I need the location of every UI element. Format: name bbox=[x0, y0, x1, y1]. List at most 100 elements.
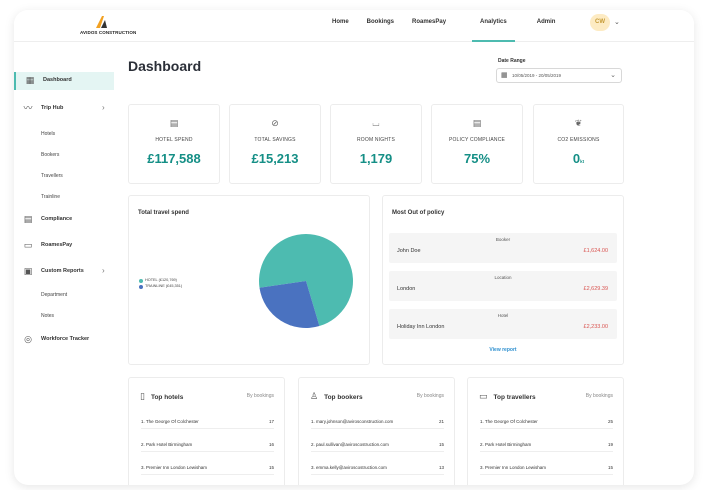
table-row[interactable]: 2. Park Hotel Birmingham 19 bbox=[480, 438, 613, 452]
table-row[interactable]: 1. mary.johnson@avirosconstruction.com 21 bbox=[311, 415, 444, 429]
row-count: 21 bbox=[438, 419, 444, 424]
kpi-room-nights: ⌴ ROOM NIGHTS 1,179 bbox=[330, 104, 422, 184]
chevron-right-icon: › bbox=[102, 103, 105, 112]
chart-legend: HOTEL (£120,769) TRAINLINE (£45,351) bbox=[139, 278, 182, 290]
sidebar-sub-trainline[interactable]: Trainline bbox=[41, 194, 60, 200]
kpi-hotel-spend: ▤ HOTEL SPEND £117,588 bbox=[128, 104, 220, 184]
sidebar-item-dashboard[interactable]: ▦ Dashboard bbox=[14, 72, 114, 90]
top-hotels-card: ▯ Top hotels By bookings 1. The George Of… bbox=[128, 377, 285, 485]
legend-swatch bbox=[139, 278, 143, 283]
sort-label[interactable]: By bookings bbox=[247, 393, 274, 399]
oop-amount: £2,629.39 bbox=[583, 286, 608, 292]
kpi-label: POLICY COMPLIANCE bbox=[448, 137, 506, 143]
sidebar-item-workforce-tracker[interactable]: ◎ Workforce Tracker bbox=[14, 331, 114, 349]
clipboard-icon: ▤ bbox=[23, 214, 33, 224]
receipt-icon: ▤ bbox=[169, 118, 179, 128]
savings-icon: ⊘ bbox=[271, 118, 279, 128]
top-hotels-header: ▯ Top hotels bbox=[140, 391, 183, 402]
sidebar-sub-travellers[interactable]: Travellers bbox=[41, 173, 63, 179]
oop-category: Hotel bbox=[497, 313, 509, 318]
calendar-icon: ▣ bbox=[23, 266, 33, 276]
top-travellers-card: ▭ Top travellers By bookings 1. The Georg… bbox=[467, 377, 624, 485]
sidebar-sub-department[interactable]: Department bbox=[41, 292, 67, 298]
out-of-policy-row[interactable]: Booker John Doe £1,624.00 bbox=[389, 233, 617, 263]
oop-category: Location bbox=[494, 275, 512, 280]
table-row[interactable]: 2. Park Hotel Birmingham 16 bbox=[141, 438, 274, 452]
date-range-picker[interactable]: ▦ 10/05/2019 - 20/05/2019 ⌄ bbox=[496, 68, 622, 83]
suitcase-icon: ▭ bbox=[479, 391, 488, 401]
top-travellers-title: Top travellers bbox=[493, 394, 536, 401]
brand-logo[interactable]: AVIDOS CONSTRUCTION bbox=[80, 15, 140, 37]
grid-icon: ▦ bbox=[25, 75, 35, 85]
sidebar-item-label: Workforce Tracker bbox=[41, 336, 90, 342]
app-window: AVIDOS CONSTRUCTION Home Bookings Roames… bbox=[14, 10, 694, 485]
logo-icon bbox=[96, 16, 107, 28]
nav-bookings[interactable]: Bookings bbox=[367, 10, 394, 42]
sort-label[interactable]: By bookings bbox=[586, 393, 613, 399]
nav-admin[interactable]: Admin bbox=[537, 10, 556, 42]
sidebar: ▦ Dashboard 〰 Trip Hub › Hotels Bookers … bbox=[14, 42, 114, 485]
kpi-label: HOTEL SPEND bbox=[155, 137, 193, 143]
out-of-policy-title: Most Out of policy bbox=[392, 210, 445, 216]
row-name: 3. Premier Inn London Lewisham bbox=[480, 465, 547, 470]
kpi-value: £117,588 bbox=[147, 151, 201, 166]
row-count: 16 bbox=[268, 442, 274, 447]
travel-spend-card: Total travel spend HOTEL (£120,769) TRAI… bbox=[128, 195, 370, 365]
nav-roamespay[interactable]: RoamesPay bbox=[412, 10, 446, 42]
legend-label: HOTEL (£120,769) bbox=[145, 278, 177, 282]
table-row[interactable]: 1. The George Of Colchester 17 bbox=[141, 415, 274, 429]
date-range-label: Date Range bbox=[498, 58, 526, 64]
view-report-link[interactable]: View report bbox=[383, 347, 623, 353]
kpi-label: CO2 EMISSIONS bbox=[557, 137, 600, 143]
sidebar-item-custom-reports[interactable]: ▣ Custom Reports › bbox=[14, 263, 114, 281]
user-avatar[interactable]: CW bbox=[590, 14, 610, 31]
sidebar-item-compliance[interactable]: ▤ Compliance bbox=[14, 211, 114, 229]
bed-icon: ⌴ bbox=[372, 118, 380, 128]
out-of-policy-row[interactable]: Hotel Holiday Inn London £2,233.00 bbox=[389, 309, 617, 339]
table-row[interactable]: 3. emma.kelly@aviroscostruction.com 13 bbox=[311, 461, 444, 475]
table-row[interactable]: 2. paul.sullivan@aviroscostruction.com 15 bbox=[311, 438, 444, 452]
row-count: 17 bbox=[268, 419, 274, 424]
row-count: 19 bbox=[607, 442, 613, 447]
user-icon: ♙ bbox=[310, 391, 319, 401]
travel-spend-title: Total travel spend bbox=[138, 210, 189, 216]
kpi-value: 1,179 bbox=[359, 151, 393, 166]
sidebar-item-label: Compliance bbox=[41, 216, 73, 222]
top-nav: AVIDOS CONSTRUCTION Home Bookings Roames… bbox=[14, 10, 694, 42]
trend-icon: 〰 bbox=[23, 103, 33, 113]
legend-item-trainline: TRAINLINE (£45,351) bbox=[139, 284, 182, 290]
top-bookers-title: Top bookers bbox=[324, 394, 363, 401]
nav-analytics[interactable]: Analytics bbox=[472, 10, 515, 42]
oop-name: Holiday Inn London bbox=[397, 324, 445, 330]
sidebar-sub-bookers[interactable]: Bookers bbox=[41, 152, 59, 158]
table-row[interactable]: 3. Premier Inn London Lewisham 15 bbox=[141, 461, 274, 475]
sidebar-sub-hotels[interactable]: Hotels bbox=[41, 131, 55, 137]
table-row[interactable]: 3. Premier Inn London Lewisham 15 bbox=[480, 461, 613, 475]
kpi-policy-compliance: ▤ POLICY COMPLIANCE 75% bbox=[431, 104, 523, 184]
legend-swatch bbox=[139, 284, 143, 289]
table-row[interactable]: 1. The George Of Colchester 25 bbox=[480, 415, 613, 429]
kpi-value: 75% bbox=[463, 151, 491, 166]
out-of-policy-row[interactable]: Location London £2,629.39 bbox=[389, 271, 617, 301]
sort-label[interactable]: By bookings bbox=[417, 393, 444, 399]
clipboard-icon: ▤ bbox=[472, 118, 482, 128]
page-title: Dashboard bbox=[128, 58, 202, 74]
out-of-policy-card: Most Out of policy Booker John Doe £1,62… bbox=[382, 195, 624, 365]
oop-name: John Doe bbox=[397, 248, 421, 254]
sidebar-item-roamespay[interactable]: ▭ RoamesPay bbox=[14, 237, 114, 255]
sidebar-item-label: RoamesPay bbox=[41, 242, 73, 248]
kpi-label: TOTAL SAVINGS bbox=[254, 137, 296, 143]
chevron-down-icon[interactable]: ⌄ bbox=[614, 18, 620, 26]
row-name: 3. Premier Inn London Lewisham bbox=[141, 465, 208, 470]
kpi-value: £15,213 bbox=[251, 151, 299, 166]
sidebar-sub-notes[interactable]: Notes bbox=[41, 313, 54, 319]
row-count: 25 bbox=[607, 419, 613, 424]
sidebar-item-trip-hub[interactable]: 〰 Trip Hub › bbox=[14, 100, 114, 118]
row-count: 15 bbox=[607, 465, 613, 470]
kpi-total-savings: ⊘ TOTAL SAVINGS £15,213 bbox=[229, 104, 321, 184]
sidebar-item-label: Trip Hub bbox=[41, 105, 64, 111]
row-name: 3. emma.kelly@aviroscostruction.com bbox=[311, 465, 387, 470]
row-count: 15 bbox=[268, 465, 274, 470]
nav-home[interactable]: Home bbox=[332, 10, 349, 42]
calendar-icon: ▦ bbox=[501, 72, 508, 79]
